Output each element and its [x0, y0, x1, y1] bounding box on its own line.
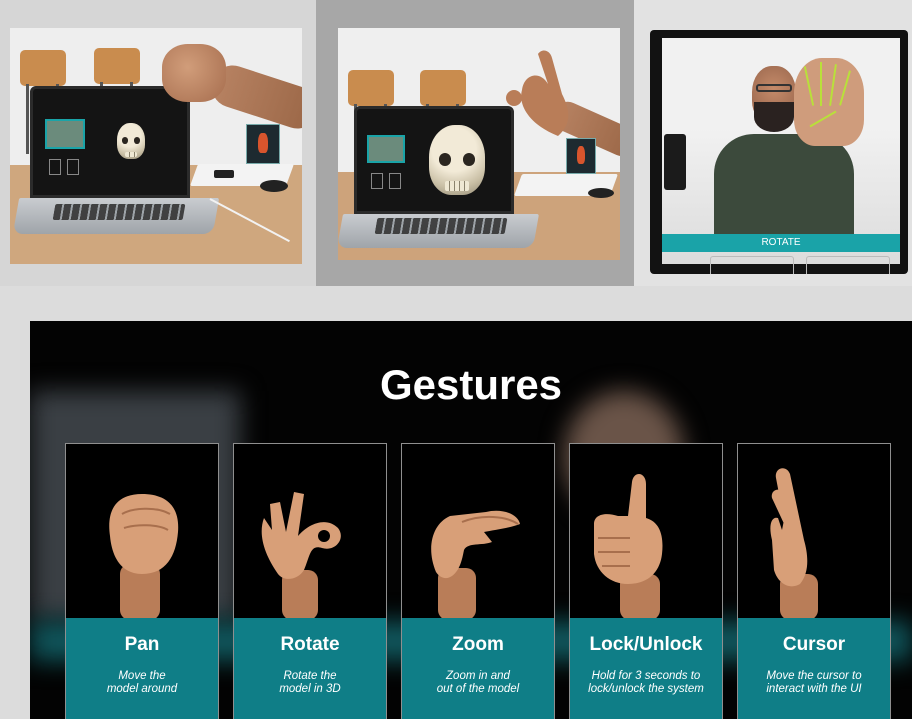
fist-icon [109, 494, 179, 618]
gesture-description: Move the cursor to interact with the UI [766, 670, 862, 695]
gesture-card-rotate: Rotate Rotate the model in 3D [233, 443, 387, 719]
gesture-description: Zoom in and out of the model [436, 670, 520, 695]
video-thumbnail [45, 119, 85, 149]
glasses-icon [756, 84, 792, 92]
gesture-info: Lock/Unlock Hold for 3 seconds to lock/u… [570, 618, 722, 719]
two-fingers-icon [770, 468, 818, 618]
gesture-card-lock-unlock: Lock/Unlock Hold for 3 seconds to lock/u… [569, 443, 723, 719]
toolbar-button[interactable] [710, 256, 794, 274]
gesture-description: Rotate the model in 3D [279, 670, 341, 695]
photo-laptop-zoom-gesture [316, 0, 634, 286]
gesture-image [402, 444, 554, 618]
gesture-info: Pan Move the model around [66, 618, 218, 719]
photo-tablet-rotate-gesture: ROTATE [634, 0, 912, 286]
gesture-info: Rotate Rotate the model in 3D [234, 618, 386, 719]
gesture-image [570, 444, 722, 618]
device [214, 170, 234, 178]
rotate-button[interactable]: ROTATE [662, 234, 900, 252]
laptop-keyboard [374, 218, 508, 234]
gesture-description: Hold for 3 seconds to lock/unlock the sy… [588, 670, 704, 695]
gesture-image [738, 444, 890, 618]
gesture-card-pan: Pan Move the model around [65, 443, 219, 719]
gesture-name: Lock/Unlock [589, 634, 703, 655]
screenshot-collage: ROTATE Gestures Pan Move the model aroun… [0, 0, 912, 719]
prop-box [246, 124, 280, 164]
tablet-screen [662, 38, 900, 264]
gesture-info: Cursor Move the cursor to interact with … [738, 618, 890, 719]
gesture-name: Rotate [280, 634, 340, 655]
toolbar-button[interactable] [806, 256, 890, 274]
model-icon [67, 159, 79, 175]
model-icon [49, 159, 61, 175]
gesture-name: Zoom [452, 634, 504, 655]
person-beard [754, 102, 794, 132]
person-shirt [714, 134, 854, 244]
photo-laptop-pan-gesture [0, 0, 316, 286]
model-icon [389, 173, 401, 189]
pinch-hand-icon [431, 510, 520, 618]
mouse [260, 180, 288, 192]
gesture-card-zoom: Zoom Zoom in and out of the model [401, 443, 555, 719]
video-thumbnail [367, 135, 405, 163]
photo-scene [338, 28, 620, 260]
gestures-title: Gestures [379, 361, 563, 408]
skull-model [429, 125, 485, 195]
hand-tracking-overlay [802, 60, 858, 140]
chair [20, 50, 66, 154]
gesture-description: Move the model around [106, 670, 178, 695]
thumbs-up-icon [594, 473, 663, 618]
gesture-image [234, 444, 386, 618]
photo-scene [10, 28, 302, 264]
chair [94, 48, 140, 152]
skull-model [117, 123, 145, 159]
laptop-screen [30, 86, 190, 198]
ok-hand-icon [261, 492, 341, 618]
phone [664, 134, 686, 190]
gesture-info: Zoom Zoom in and out of the model [402, 618, 554, 719]
laptop-keyboard [52, 204, 186, 220]
gestures-panel: Gestures Pan Move the model around Rotat… [30, 321, 912, 719]
model-icon [371, 173, 383, 189]
chair [420, 70, 466, 174]
cable [209, 198, 290, 243]
gesture-name: Cursor [782, 634, 846, 655]
chair [348, 70, 394, 174]
gesture-name: Pan [124, 634, 160, 655]
gesture-image [66, 444, 218, 618]
gesture-card-cursor: Cursor Move the cursor to interact with … [737, 443, 891, 719]
mouse [588, 188, 614, 198]
tablet-frame: ROTATE [650, 30, 908, 274]
fist-hand [162, 44, 226, 102]
pinch-hand [506, 50, 569, 136]
prop-box [566, 138, 596, 174]
